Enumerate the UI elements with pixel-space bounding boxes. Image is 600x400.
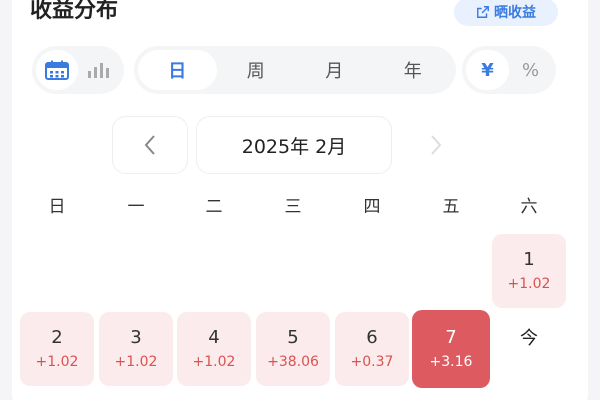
weekday-mon: 一 (127, 197, 145, 217)
next-month-button[interactable] (400, 116, 472, 174)
day-cell-3[interactable]: 3 +1.02 (99, 312, 173, 386)
today-marker[interactable]: 今 (492, 312, 566, 362)
day-cell-7-selected[interactable]: 7 +3.16 (412, 310, 490, 388)
tab-week[interactable]: 周 (217, 50, 296, 90)
tab-month[interactable]: 月 (295, 50, 374, 90)
calendar-icon (45, 60, 69, 80)
unit-toggle: ¥ % (462, 46, 556, 94)
day-number: 3 (130, 327, 142, 348)
tab-day[interactable]: 日 (138, 50, 217, 90)
day-earnings: +1.02 (35, 354, 79, 370)
day-cell-6[interactable]: 6 +0.37 (335, 312, 409, 386)
weekday-wed: 三 (284, 197, 302, 217)
day-number: 5 (287, 327, 299, 348)
day-earnings: +38.06 (267, 354, 319, 370)
weekday-tue: 二 (205, 197, 223, 217)
bar-chart-icon (88, 63, 109, 78)
current-month-label[interactable]: 2025年 2月 (196, 116, 392, 174)
day-earnings: +1.02 (114, 354, 158, 370)
day-earnings: +1.02 (192, 354, 236, 370)
unit-percent-button[interactable]: % (509, 50, 552, 90)
chevron-left-icon (144, 135, 155, 155)
day-number: 2 (51, 327, 63, 348)
day-earnings: +3.16 (429, 354, 473, 370)
weekday-fri: 五 (442, 197, 460, 217)
day-cell-4[interactable]: 4 +1.02 (177, 312, 251, 386)
weekday-sun: 日 (48, 197, 66, 217)
unit-amount-button[interactable]: ¥ (466, 50, 509, 90)
chart-view-button[interactable] (78, 50, 120, 90)
weekday-sat: 六 (520, 197, 538, 217)
day-number: 4 (208, 327, 220, 348)
period-tabs: 日 周 月 年 (134, 46, 456, 94)
day-cell-5[interactable]: 5 +38.06 (256, 312, 330, 386)
day-cell-2[interactable]: 2 +1.02 (20, 312, 94, 386)
page-title: 收益分布 (30, 0, 119, 23)
share-icon (477, 6, 489, 18)
tab-year[interactable]: 年 (374, 50, 453, 90)
share-label: 晒收益 (494, 5, 536, 21)
day-number: 1 (523, 249, 535, 270)
day-earnings: +0.37 (350, 354, 394, 370)
chevron-right-icon (431, 135, 442, 155)
prev-month-button[interactable] (112, 116, 188, 174)
day-number: 7 (445, 327, 457, 348)
view-toggle (32, 46, 124, 94)
weekday-thu: 四 (363, 197, 381, 217)
share-earnings-button[interactable]: 晒收益 (454, 0, 558, 26)
day-cell-1[interactable]: 1 +1.02 (492, 234, 566, 308)
calendar-view-button[interactable] (36, 50, 78, 90)
day-earnings: +1.02 (507, 276, 551, 292)
day-number: 6 (366, 327, 378, 348)
